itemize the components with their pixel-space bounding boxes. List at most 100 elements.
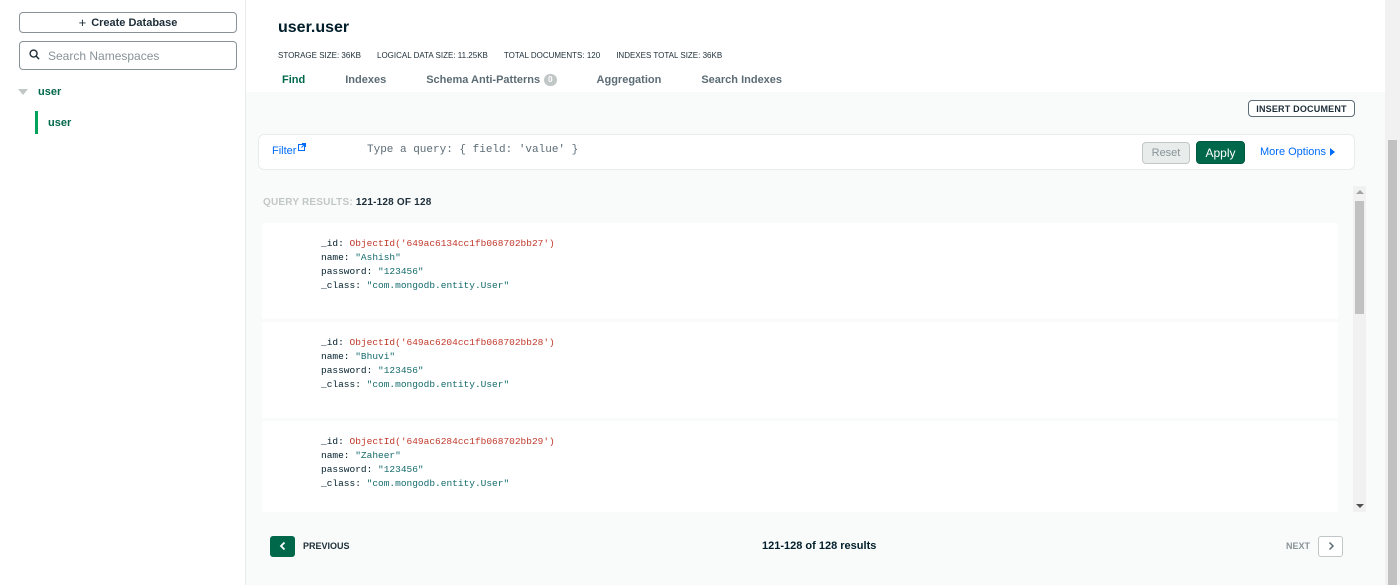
field-value: ObjectId('649ac6284cc1fb068702bb29') bbox=[349, 436, 555, 447]
field-value: "com.mongodb.entity.User" bbox=[366, 379, 510, 390]
tab-label: Find bbox=[282, 74, 306, 86]
document-card[interactable]: _id: ObjectId('649ac6204cc1fb068702bb28'… bbox=[262, 322, 1338, 418]
tab-label: Search Indexes bbox=[701, 74, 783, 86]
caret-right-icon bbox=[1330, 148, 1336, 156]
indexes-size-stat: INDEXES TOTAL SIZE: 36KB bbox=[616, 51, 723, 60]
sidebar: + Create Database user user bbox=[0, 0, 246, 585]
field-value: "Ashish" bbox=[355, 252, 401, 263]
document-fields: _id: ObjectId('649ac6284cc1fb068702bb29'… bbox=[321, 435, 555, 491]
previous-page-button[interactable] bbox=[270, 536, 295, 557]
page-scrollbar-thumb[interactable] bbox=[1388, 140, 1397, 585]
field-row: name: "Zaheer" bbox=[321, 449, 555, 463]
results-scrollbar[interactable] bbox=[1353, 186, 1366, 512]
field-key: _class: bbox=[321, 478, 361, 489]
previous-label[interactable]: PREVIOUS bbox=[303, 541, 350, 551]
document-list: _id: ObjectId('649ac6134cc1fb068702bb27'… bbox=[262, 223, 1338, 512]
scrollbar-thumb[interactable] bbox=[1355, 201, 1364, 314]
tab-aggregation[interactable]: Aggregation bbox=[597, 74, 662, 86]
collection-tabs: Find Indexes Schema Anti-Patterns 0 Aggre… bbox=[282, 74, 822, 86]
logical-data-size-stat: LOGICAL DATA SIZE: 11.25KB bbox=[377, 51, 488, 60]
field-value: "com.mongodb.entity.User" bbox=[366, 280, 510, 291]
field-value: "123456" bbox=[378, 266, 424, 277]
field-key: name: bbox=[321, 252, 350, 263]
total-documents-stat: TOTAL DOCUMENTS: 120 bbox=[503, 51, 601, 60]
search-icon bbox=[29, 47, 40, 65]
field-key: password: bbox=[321, 365, 373, 376]
field-row: _class: "com.mongodb.entity.User" bbox=[321, 279, 555, 293]
field-value: "com.mongodb.entity.User" bbox=[366, 478, 510, 489]
tab-label: Schema Anti-Patterns bbox=[426, 74, 541, 86]
filter-link[interactable]: Filter bbox=[272, 143, 307, 157]
field-key: _class: bbox=[321, 280, 361, 291]
collection-header: user.user STORAGE SIZE: 36KB LOGICAL DAT… bbox=[246, 0, 1385, 92]
storage-size-stat: STORAGE SIZE: 36KB bbox=[278, 51, 361, 60]
next-page-button[interactable] bbox=[1318, 536, 1343, 557]
field-value: "123456" bbox=[378, 365, 424, 376]
tab-find[interactable]: Find bbox=[282, 74, 305, 86]
field-row: _id: ObjectId('649ac6134cc1fb068702bb27'… bbox=[321, 237, 555, 251]
query-input[interactable] bbox=[367, 144, 927, 156]
scroll-down-arrow-icon[interactable] bbox=[1356, 504, 1364, 508]
document-card[interactable]: _id: ObjectId('649ac6134cc1fb068702bb27'… bbox=[262, 223, 1338, 319]
field-value: "Zaheer" bbox=[355, 450, 401, 461]
sidebar-item-collection-user[interactable]: user bbox=[35, 111, 71, 134]
database-name: user bbox=[38, 86, 62, 98]
reset-button[interactable]: Reset bbox=[1142, 142, 1190, 164]
insert-document-button[interactable]: INSERT DOCUMENT bbox=[1248, 100, 1355, 117]
chevron-right-icon bbox=[1326, 538, 1336, 556]
main-panel: user.user STORAGE SIZE: 36KB LOGICAL DAT… bbox=[246, 0, 1385, 585]
document-fields: _id: ObjectId('649ac6204cc1fb068702bb28'… bbox=[321, 336, 555, 392]
results-label-text: QUERY RESULTS: bbox=[263, 197, 353, 208]
field-value: ObjectId('649ac6204cc1fb068702bb28') bbox=[349, 337, 555, 348]
document-fields: _id: ObjectId('649ac6134cc1fb068702bb27'… bbox=[321, 237, 555, 293]
field-key: password: bbox=[321, 266, 373, 277]
tab-schema-anti-patterns[interactable]: Schema Anti-Patterns 0 bbox=[426, 74, 557, 86]
page-title: user.user bbox=[278, 19, 350, 36]
field-value: "Bhuvi" bbox=[355, 351, 396, 362]
more-options-button[interactable]: More Options bbox=[1260, 146, 1336, 158]
field-row: _class: "com.mongodb.entity.User" bbox=[321, 378, 555, 392]
filter-label: Filter bbox=[272, 145, 297, 157]
count-badge: 0 bbox=[544, 74, 557, 86]
query-results-label: QUERY RESULTS: 121-128 OF 128 bbox=[263, 197, 431, 208]
field-row: password: "123456" bbox=[321, 463, 555, 477]
field-row: _class: "com.mongodb.entity.User" bbox=[321, 477, 555, 491]
results-count: 121-128 of 128 results bbox=[762, 540, 877, 552]
field-key: _id: bbox=[321, 238, 344, 249]
field-row: password: "123456" bbox=[321, 364, 555, 378]
field-row: password: "123456" bbox=[321, 265, 555, 279]
field-key: name: bbox=[321, 450, 350, 461]
plus-icon: + bbox=[78, 15, 87, 30]
chevron-left-icon bbox=[278, 538, 288, 556]
tab-search-indexes[interactable]: Search Indexes bbox=[701, 74, 782, 86]
field-value: ObjectId('649ac6134cc1fb068702bb27') bbox=[349, 238, 555, 249]
scroll-up-arrow-icon[interactable] bbox=[1356, 190, 1364, 194]
document-card[interactable]: _id: ObjectId('649ac6284cc1fb068702bb29'… bbox=[262, 421, 1338, 512]
search-namespaces-input[interactable] bbox=[48, 48, 228, 63]
collection-name: user bbox=[48, 116, 72, 129]
field-key: _id: bbox=[321, 337, 344, 348]
create-database-button[interactable]: + Create Database bbox=[19, 12, 237, 33]
field-key: _id: bbox=[321, 436, 344, 447]
field-row: _id: ObjectId('649ac6204cc1fb068702bb28'… bbox=[321, 336, 555, 350]
field-row: name: "Ashish" bbox=[321, 251, 555, 265]
collection-stats: STORAGE SIZE: 36KB LOGICAL DATA SIZE: 11… bbox=[278, 51, 722, 60]
tab-indexes[interactable]: Indexes bbox=[345, 74, 386, 86]
create-database-label: Create Database bbox=[91, 16, 178, 29]
field-row: name: "Bhuvi" bbox=[321, 350, 555, 364]
tab-label: Aggregation bbox=[596, 74, 662, 86]
page-scrollbar[interactable] bbox=[1385, 0, 1400, 585]
tab-label: Indexes bbox=[345, 74, 387, 86]
field-value: "123456" bbox=[378, 464, 424, 475]
results-range: 121-128 OF 128 bbox=[355, 197, 432, 208]
search-namespaces[interactable] bbox=[19, 41, 237, 70]
field-row: _id: ObjectId('649ac6284cc1fb068702bb29'… bbox=[321, 435, 555, 449]
field-key: name: bbox=[321, 351, 350, 362]
apply-button[interactable]: Apply bbox=[1196, 141, 1245, 164]
query-bar: Filter Reset Apply More Options bbox=[258, 134, 1355, 170]
caret-down-icon[interactable] bbox=[18, 89, 28, 95]
next-label[interactable]: NEXT bbox=[1286, 541, 1310, 551]
field-key: password: bbox=[321, 464, 373, 475]
field-key: _class: bbox=[321, 379, 361, 390]
sidebar-item-database-user[interactable]: user bbox=[18, 86, 61, 98]
